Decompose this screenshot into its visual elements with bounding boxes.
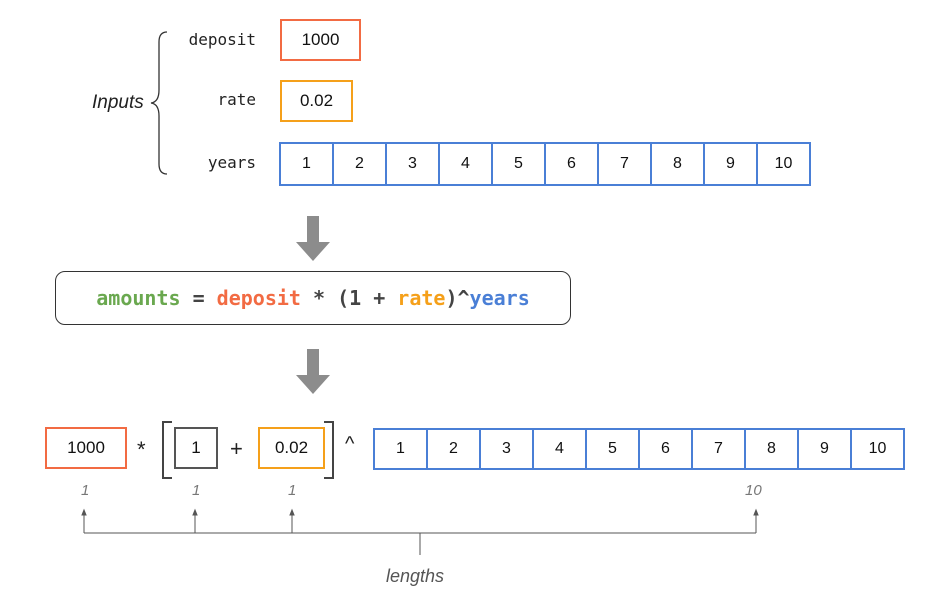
years-value-cell: 1 xyxy=(373,428,428,470)
multiply-operator: * xyxy=(137,437,146,462)
years-cell: 7 xyxy=(597,142,652,186)
years-value-cell: 7 xyxy=(691,428,746,470)
years-cell: 8 xyxy=(650,142,705,186)
years-value-cell: 8 xyxy=(744,428,799,470)
formula-box: amounts = deposit * (1 + rate)^ years xyxy=(55,271,571,325)
years-label: years xyxy=(207,153,256,172)
formula-close-pow: )^ xyxy=(445,286,470,310)
rate-input-box: 0.02 xyxy=(280,80,353,122)
rate-value-box: 0.02 xyxy=(258,427,325,469)
lengths-connector xyxy=(81,508,759,555)
years-cell: 6 xyxy=(544,142,599,186)
one-value-box: 1 xyxy=(174,427,218,469)
length-years: 10 xyxy=(745,482,762,499)
formula-years: years xyxy=(469,286,530,310)
formula-rate: rate xyxy=(397,286,446,310)
plus-operator: + xyxy=(230,436,243,461)
years-value-cell: 3 xyxy=(479,428,534,470)
years-cell: 5 xyxy=(491,142,546,186)
years-cell: 3 xyxy=(385,142,440,186)
years-cell: 2 xyxy=(332,142,387,186)
formula-amounts: amounts xyxy=(96,286,181,310)
rate-label: rate xyxy=(217,90,256,109)
years-cell: 9 xyxy=(703,142,758,186)
years-cell: 1 xyxy=(279,142,334,186)
years-value-cell: 2 xyxy=(426,428,481,470)
years-value-cell: 6 xyxy=(638,428,693,470)
formula-equals: = xyxy=(180,286,217,310)
inputs-label: Inputs xyxy=(92,92,144,113)
deposit-value-box: 1000 xyxy=(45,427,127,469)
years-value-cell: 4 xyxy=(532,428,587,470)
length-deposit: 1 xyxy=(81,482,90,499)
years-value-cell: 9 xyxy=(797,428,852,470)
formula-deposit: deposit xyxy=(216,286,301,310)
years-cell: 4 xyxy=(438,142,493,186)
lengths-label: lengths xyxy=(386,566,445,586)
years-cell: 10 xyxy=(756,142,811,186)
right-bracket-icon xyxy=(324,421,334,479)
years-value-cell: 5 xyxy=(585,428,640,470)
length-rate: 1 xyxy=(288,482,297,499)
years-value-cell: 10 xyxy=(850,428,905,470)
power-operator: ^ xyxy=(345,433,355,455)
formula-times-open: * (1 + xyxy=(300,286,398,310)
deposit-input-box: 1000 xyxy=(280,19,361,61)
deposit-label: deposit xyxy=(188,30,256,49)
arrow-down-icon xyxy=(296,216,330,261)
length-one: 1 xyxy=(192,482,201,499)
left-bracket-icon xyxy=(162,421,172,479)
arrow-down-icon xyxy=(296,349,330,394)
